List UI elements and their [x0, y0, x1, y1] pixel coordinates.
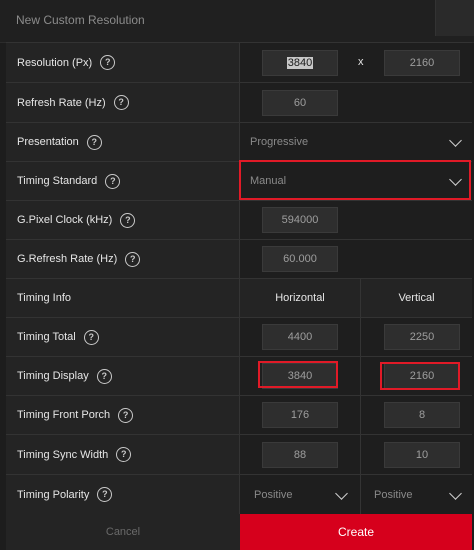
presentation-select[interactable]: Progressive	[250, 123, 462, 161]
cancel-button[interactable]: Cancel	[6, 514, 240, 550]
highlight-box-timing-standard	[239, 160, 471, 200]
presentation-label: Presentation	[17, 136, 79, 148]
timing-total-h-input[interactable]: 4400	[262, 324, 338, 350]
highlight-box-display-v	[380, 362, 460, 390]
timing-total-v-input[interactable]: 2250	[384, 324, 460, 350]
horizontal-header: Horizontal	[275, 292, 325, 304]
column-divider	[360, 396, 361, 434]
pixel-clock-input[interactable]: 594000	[262, 207, 338, 233]
timing-standard-label: Timing Standard	[17, 175, 98, 187]
row-pixel-clock: G.Pixel Clock (kHz) ? 594000	[6, 200, 472, 239]
timing-display-label: Timing Display	[17, 370, 89, 382]
chevron-down-icon	[449, 134, 462, 147]
timing-total-label: Timing Total	[17, 331, 76, 343]
refresh-rate-label: Refresh Rate (Hz)	[17, 96, 106, 109]
g-refresh-rate-label: G.Refresh Rate (Hz)	[17, 253, 118, 265]
create-button[interactable]: Create	[240, 514, 472, 550]
column-divider	[360, 318, 361, 356]
g-refresh-rate-input[interactable]: 60.000	[262, 246, 338, 272]
help-icon[interactable]: ?	[120, 212, 136, 228]
chevron-down-icon	[335, 486, 348, 500]
timing-front-porch-v-input[interactable]: 8	[384, 402, 460, 428]
custom-resolution-dialog: New Custom Resolution Resolution (Px) ? …	[0, 0, 474, 550]
timing-sync-width-label: Timing Sync Width	[17, 448, 109, 461]
column-divider	[360, 435, 361, 474]
title-bar: New Custom Resolution	[0, 0, 474, 43]
timing-info-label: Timing Info	[17, 292, 72, 304]
row-presentation: Presentation ? Progressive	[6, 122, 472, 161]
vertical-header: Vertical	[398, 292, 435, 304]
timing-polarity-v-value: Positive	[374, 488, 413, 501]
resolution-width-input[interactable]: 3840	[262, 50, 338, 76]
row-timing-info: Timing Info Horizontal Vertical	[6, 278, 472, 317]
help-icon[interactable]: ?	[83, 329, 99, 345]
help-icon[interactable]: ?	[86, 134, 102, 150]
resolution-width-value: 3840	[286, 57, 314, 69]
timing-front-porch-label: Timing Front Porch	[17, 409, 111, 421]
help-icon[interactable]: ?	[97, 487, 113, 502]
highlight-box-display-h	[258, 361, 338, 388]
close-button[interactable]	[435, 0, 474, 36]
column-divider	[360, 357, 361, 395]
row-refresh-rate: Refresh Rate (Hz) ? 60	[6, 82, 472, 122]
timing-front-porch-h-input[interactable]: 176	[262, 402, 338, 428]
column-divider	[360, 475, 361, 514]
timing-polarity-label: Timing Polarity	[17, 488, 90, 501]
dialog-title: New Custom Resolution	[16, 13, 145, 27]
help-icon[interactable]: ?	[125, 251, 141, 267]
pixel-clock-label: G.Pixel Clock (kHz)	[17, 214, 113, 226]
resolution-label: Resolution (Px)	[17, 56, 93, 69]
help-icon[interactable]: ?	[116, 447, 132, 462]
dialog-footer: Cancel Create	[6, 514, 472, 550]
help-icon[interactable]: ?	[100, 55, 116, 70]
help-icon[interactable]: ?	[105, 173, 121, 189]
help-icon[interactable]: ?	[113, 95, 129, 110]
timing-polarity-v-select[interactable]: Positive	[374, 475, 462, 514]
timing-polarity-h-select[interactable]: Positive	[254, 475, 348, 514]
resolution-height-input[interactable]: 2160	[384, 50, 460, 76]
help-icon[interactable]: ?	[96, 368, 112, 384]
row-timing-sync-width: Timing Sync Width ? 88 10	[6, 434, 472, 474]
timing-sync-width-v-input[interactable]: 10	[384, 442, 460, 468]
row-timing-polarity: Timing Polarity ? Positive Positive	[6, 474, 472, 514]
help-icon[interactable]: ?	[118, 407, 134, 423]
refresh-rate-input[interactable]: 60	[262, 90, 338, 116]
row-resolution: Resolution (Px) ? 3840 x 2160	[6, 42, 472, 82]
row-timing-total: Timing Total ? 4400 2250	[6, 317, 472, 356]
timing-sync-width-h-input[interactable]: 88	[262, 442, 338, 468]
resolution-separator: x	[358, 56, 364, 68]
row-timing-front-porch: Timing Front Porch ? 176 8	[6, 395, 472, 434]
chevron-down-icon	[449, 486, 462, 500]
row-g-refresh-rate: G.Refresh Rate (Hz) ? 60.000	[6, 239, 472, 278]
presentation-value: Progressive	[250, 136, 309, 148]
timing-polarity-h-value: Positive	[254, 488, 293, 501]
